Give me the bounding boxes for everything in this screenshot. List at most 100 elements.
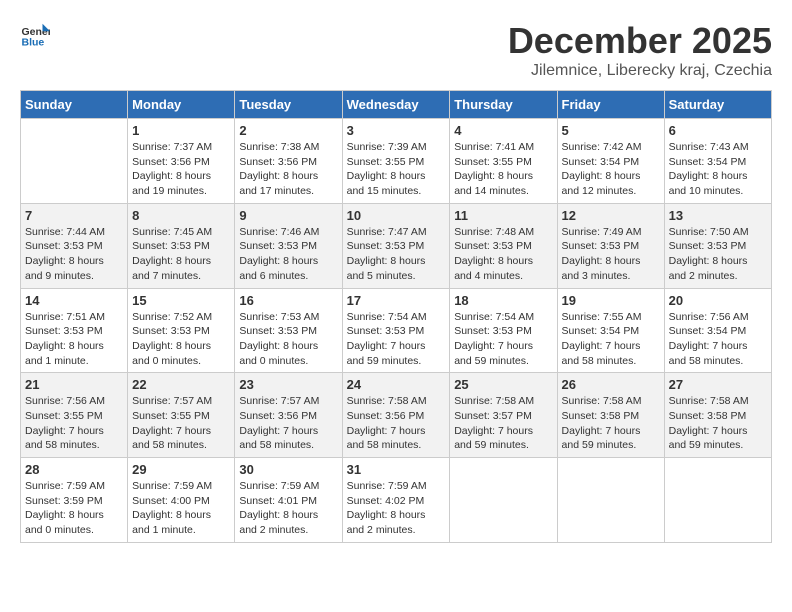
day-info: Sunrise: 7:50 AMSunset: 3:53 PMDaylight:… (669, 225, 767, 284)
col-thursday: Thursday (450, 91, 557, 119)
location-title: Jilemnice, Liberecky kraj, Czechia (508, 62, 772, 80)
day-number: 31 (347, 462, 446, 477)
day-info: Sunrise: 7:59 AMSunset: 4:02 PMDaylight:… (347, 479, 446, 538)
day-number: 8 (132, 208, 230, 223)
day-number: 2 (239, 123, 337, 138)
day-info: Sunrise: 7:46 AMSunset: 3:53 PMDaylight:… (239, 225, 337, 284)
table-row: 16 Sunrise: 7:53 AMSunset: 3:53 PMDayligh… (235, 288, 342, 373)
table-row: 1 Sunrise: 7:37 AMSunset: 3:56 PMDaylight… (128, 119, 235, 204)
day-number: 18 (454, 293, 552, 308)
day-info: Sunrise: 7:57 AMSunset: 3:56 PMDaylight:… (239, 394, 337, 453)
table-row: 29 Sunrise: 7:59 AMSunset: 4:00 PMDayligh… (128, 458, 235, 543)
day-info: Sunrise: 7:58 AMSunset: 3:56 PMDaylight:… (347, 394, 446, 453)
day-info: Sunrise: 7:49 AMSunset: 3:53 PMDaylight:… (562, 225, 660, 284)
day-number: 20 (669, 293, 767, 308)
col-friday: Friday (557, 91, 664, 119)
day-number: 9 (239, 208, 337, 223)
day-number: 4 (454, 123, 552, 138)
table-row: 7 Sunrise: 7:44 AMSunset: 3:53 PMDaylight… (21, 203, 128, 288)
logo: General Blue (20, 20, 50, 50)
col-sunday: Sunday (21, 91, 128, 119)
day-number: 14 (25, 293, 123, 308)
day-number: 1 (132, 123, 230, 138)
calendar-week-row: 14 Sunrise: 7:51 AMSunset: 3:53 PMDayligh… (21, 288, 772, 373)
table-row (664, 458, 771, 543)
day-info: Sunrise: 7:56 AMSunset: 3:54 PMDaylight:… (669, 310, 767, 369)
calendar-week-row: 1 Sunrise: 7:37 AMSunset: 3:56 PMDaylight… (21, 119, 772, 204)
day-info: Sunrise: 7:59 AMSunset: 3:59 PMDaylight:… (25, 479, 123, 538)
calendar-week-row: 28 Sunrise: 7:59 AMSunset: 3:59 PMDayligh… (21, 458, 772, 543)
day-info: Sunrise: 7:38 AMSunset: 3:56 PMDaylight:… (239, 140, 337, 199)
day-number: 19 (562, 293, 660, 308)
table-row: 21 Sunrise: 7:56 AMSunset: 3:55 PMDayligh… (21, 373, 128, 458)
day-info: Sunrise: 7:51 AMSunset: 3:53 PMDaylight:… (25, 310, 123, 369)
table-row: 11Sunrise: 7:48 AMSunset: 3:53 PMDayligh… (450, 203, 557, 288)
day-info: Sunrise: 7:59 AMSunset: 4:00 PMDaylight:… (132, 479, 230, 538)
table-row: 18 Sunrise: 7:54 AMSunset: 3:53 PMDayligh… (450, 288, 557, 373)
logo-icon: General Blue (20, 20, 50, 50)
day-number: 23 (239, 377, 337, 392)
day-info: Sunrise: 7:59 AMSunset: 4:01 PMDaylight:… (239, 479, 337, 538)
table-row: 22 Sunrise: 7:57 AMSunset: 3:55 PMDayligh… (128, 373, 235, 458)
title-area: December 2025 Jilemnice, Liberecky kraj,… (508, 20, 772, 80)
table-row (557, 458, 664, 543)
day-info: Sunrise: 7:58 AMSunset: 3:58 PMDaylight:… (669, 394, 767, 453)
col-saturday: Saturday (664, 91, 771, 119)
day-number: 11 (454, 208, 552, 223)
calendar-table: Sunday Monday Tuesday Wednesday Thursday… (20, 90, 772, 543)
day-info: Sunrise: 7:47 AMSunset: 3:53 PMDaylight:… (347, 225, 446, 284)
day-info: Sunrise: 7:41 AMSunset: 3:55 PMDaylight:… (454, 140, 552, 199)
day-info: Sunrise: 7:56 AMSunset: 3:55 PMDaylight:… (25, 394, 123, 453)
table-row: 20 Sunrise: 7:56 AMSunset: 3:54 PMDayligh… (664, 288, 771, 373)
table-row: 2 Sunrise: 7:38 AMSunset: 3:56 PMDaylight… (235, 119, 342, 204)
day-info: Sunrise: 7:39 AMSunset: 3:55 PMDaylight:… (347, 140, 446, 199)
month-title: December 2025 (508, 20, 772, 62)
col-tuesday: Tuesday (235, 91, 342, 119)
table-row: 17Sunrise: 7:54 AMSunset: 3:53 PMDayligh… (342, 288, 450, 373)
day-number: 28 (25, 462, 123, 477)
day-number: 6 (669, 123, 767, 138)
table-row: 12 Sunrise: 7:49 AMSunset: 3:53 PMDayligh… (557, 203, 664, 288)
day-info: Sunrise: 7:57 AMSunset: 3:55 PMDaylight:… (132, 394, 230, 453)
table-row (21, 119, 128, 204)
table-row: 6Sunrise: 7:43 AMSunset: 3:54 PMDaylight… (664, 119, 771, 204)
table-row: 8 Sunrise: 7:45 AMSunset: 3:53 PMDaylight… (128, 203, 235, 288)
day-info: Sunrise: 7:54 AMSunset: 3:53 PMDaylight:… (454, 310, 552, 369)
day-info: Sunrise: 7:44 AMSunset: 3:53 PMDaylight:… (25, 225, 123, 284)
table-row: 4 Sunrise: 7:41 AMSunset: 3:55 PMDaylight… (450, 119, 557, 204)
col-monday: Monday (128, 91, 235, 119)
day-info: Sunrise: 7:45 AMSunset: 3:53 PMDaylight:… (132, 225, 230, 284)
day-info: Sunrise: 7:42 AMSunset: 3:54 PMDaylight:… (562, 140, 660, 199)
day-info: Sunrise: 7:37 AMSunset: 3:56 PMDaylight:… (132, 140, 230, 199)
day-info: Sunrise: 7:52 AMSunset: 3:53 PMDaylight:… (132, 310, 230, 369)
day-number: 12 (562, 208, 660, 223)
day-number: 16 (239, 293, 337, 308)
table-row: 14 Sunrise: 7:51 AMSunset: 3:53 PMDayligh… (21, 288, 128, 373)
day-info: Sunrise: 7:58 AMSunset: 3:58 PMDaylight:… (562, 394, 660, 453)
table-row: 24Sunrise: 7:58 AMSunset: 3:56 PMDayligh… (342, 373, 450, 458)
table-row: 26Sunrise: 7:58 AMSunset: 3:58 PMDayligh… (557, 373, 664, 458)
day-number: 22 (132, 377, 230, 392)
calendar-week-row: 7 Sunrise: 7:44 AMSunset: 3:53 PMDaylight… (21, 203, 772, 288)
table-row: 25Sunrise: 7:58 AMSunset: 3:57 PMDayligh… (450, 373, 557, 458)
table-row: 9 Sunrise: 7:46 AMSunset: 3:53 PMDaylight… (235, 203, 342, 288)
table-row (450, 458, 557, 543)
day-number: 30 (239, 462, 337, 477)
day-info: Sunrise: 7:53 AMSunset: 3:53 PMDaylight:… (239, 310, 337, 369)
table-row: 3Sunrise: 7:39 AMSunset: 3:55 PMDaylight… (342, 119, 450, 204)
day-info: Sunrise: 7:54 AMSunset: 3:53 PMDaylight:… (347, 310, 446, 369)
day-number: 13 (669, 208, 767, 223)
col-wednesday: Wednesday (342, 91, 450, 119)
header: General Blue December 2025 Jilemnice, Li… (20, 20, 772, 80)
table-row: 30 Sunrise: 7:59 AMSunset: 4:01 PMDayligh… (235, 458, 342, 543)
day-number: 5 (562, 123, 660, 138)
day-number: 7 (25, 208, 123, 223)
calendar-header-row: Sunday Monday Tuesday Wednesday Thursday… (21, 91, 772, 119)
table-row: 19Sunrise: 7:55 AMSunset: 3:54 PMDayligh… (557, 288, 664, 373)
table-row: 27Sunrise: 7:58 AMSunset: 3:58 PMDayligh… (664, 373, 771, 458)
calendar-week-row: 21 Sunrise: 7:56 AMSunset: 3:55 PMDayligh… (21, 373, 772, 458)
svg-text:Blue: Blue (22, 37, 45, 49)
day-number: 21 (25, 377, 123, 392)
day-number: 29 (132, 462, 230, 477)
table-row: 10Sunrise: 7:47 AMSunset: 3:53 PMDayligh… (342, 203, 450, 288)
